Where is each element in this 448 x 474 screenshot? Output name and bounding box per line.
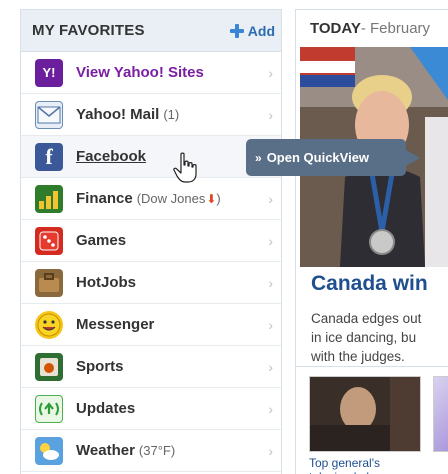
story-thumbnail[interactable]: [309, 376, 421, 452]
story-blurb: Canada edges out in ice dancing, bu with…: [311, 309, 421, 366]
chevron-right-icon: ›: [268, 107, 273, 123]
favorite-label: Sports: [76, 358, 124, 375]
favorite-weather[interactable]: Weather (37°F) ›: [21, 430, 281, 472]
thumbnail-caption[interactable]: Top general's televised plea: [309, 456, 421, 474]
blurb-line-1: Canada edges out: [311, 311, 422, 326]
chevron-right-icon: ›: [268, 401, 273, 417]
favorite-view-yahoo-sites[interactable]: Y! View Yahoo! Sites ›: [21, 52, 281, 94]
chevron-right-icon: ›: [268, 443, 273, 459]
favorites-list: Y! View Yahoo! Sites › Yahoo! Mail (1) ›…: [21, 52, 281, 472]
favorite-label: Yahoo! Mail: [76, 106, 160, 123]
chevron-right-icon: ›: [268, 191, 273, 207]
sports-icon: [35, 352, 63, 381]
favorite-facebook[interactable]: f Facebook ›: [21, 136, 281, 178]
chevron-right-icon: ›: [268, 65, 273, 81]
favorite-updates[interactable]: Updates ›: [21, 388, 281, 430]
dow-jones-close-paren: ): [216, 191, 221, 206]
favorite-label: HotJobs: [76, 274, 136, 291]
double-chevron-icon: »: [255, 150, 262, 165]
today-date: - February: [360, 20, 431, 37]
down-arrow-icon: ⬇: [206, 191, 217, 206]
story-thumbnail-2[interactable]: [433, 376, 448, 452]
favorite-sports[interactable]: Sports ›: [21, 346, 281, 388]
chevron-right-icon: ›: [268, 275, 273, 291]
chevron-right-icon: ›: [268, 359, 273, 375]
chevron-right-icon: ›: [268, 317, 273, 333]
updates-icon: [35, 394, 63, 423]
favorite-label: Updates: [76, 400, 136, 417]
favorite-label: Weather: [76, 442, 135, 459]
unread-count: (1): [163, 107, 180, 122]
mail-envelope-icon: [35, 100, 63, 129]
finance-chart-icon: [35, 184, 63, 213]
favorites-title: MY FAVORITES: [32, 22, 145, 39]
favorite-label: Finance: [76, 190, 133, 207]
blurb-line-3: with the judges.: [311, 349, 405, 364]
today-panel: TODAY - February Canada win Canada edges…: [295, 9, 448, 474]
favorites-panel: MY FAVORITES Add Y! View Yahoo! Sites › …: [20, 9, 282, 474]
add-label: Add: [247, 22, 275, 39]
today-label: TODAY: [310, 20, 361, 37]
headline-link[interactable]: Canada win: [311, 272, 428, 296]
chevron-right-icon: ›: [268, 233, 273, 249]
facebook-logo-icon: f: [35, 142, 63, 171]
favorite-label: Games: [76, 232, 127, 249]
weather-temp: (37°F): [138, 443, 176, 458]
weather-icon: [35, 436, 63, 465]
favorite-yahoo-mail[interactable]: Yahoo! Mail (1) ›: [21, 94, 281, 136]
plus-icon: [229, 23, 244, 38]
favorite-games[interactable]: Games ›: [21, 220, 281, 262]
today-header: TODAY - February: [296, 10, 448, 47]
favorite-finance[interactable]: Finance (Dow Jones ⬇ ) ›: [21, 178, 281, 220]
briefcase-icon: [35, 268, 63, 297]
smiley-icon: [35, 310, 63, 339]
open-quickview-button[interactable]: » Open QuickView: [246, 139, 420, 176]
favorite-hotjobs[interactable]: HotJobs ›: [21, 262, 281, 304]
favorite-messenger[interactable]: Messenger ›: [21, 304, 281, 346]
dice-icon: [35, 226, 63, 255]
quickview-label: Open QuickView: [266, 150, 370, 165]
favorite-label: Messenger: [76, 316, 155, 333]
add-favorite-button[interactable]: Add: [229, 22, 275, 39]
divider: [296, 366, 448, 367]
favorite-label: View Yahoo! Sites: [76, 64, 204, 81]
favorite-label: Facebook: [76, 148, 147, 165]
hand-cursor-icon: [173, 152, 197, 183]
favorites-header: MY FAVORITES Add: [21, 10, 281, 52]
dow-jones-status: (Dow Jones: [136, 191, 206, 206]
blurb-line-2: in ice dancing, bu: [311, 330, 417, 345]
yahoo-logo-icon: Y!: [35, 58, 63, 87]
